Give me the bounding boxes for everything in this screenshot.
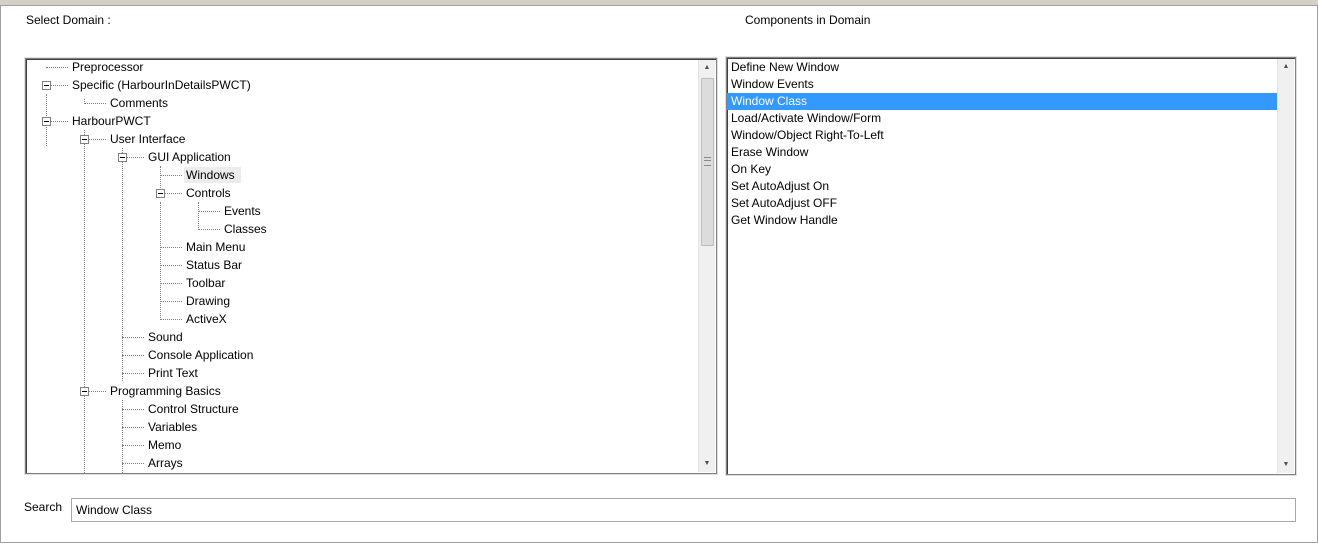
tree-node-status-bar[interactable]: Status Bar: [186, 257, 242, 273]
tree-line: [122, 427, 144, 428]
tree-line: [122, 148, 123, 381]
tree-line: [160, 265, 182, 266]
component-window-object-rtl[interactable]: Window/Object Right-To-Left: [727, 127, 1279, 144]
tree-node-main-menu[interactable]: Main Menu: [186, 239, 245, 255]
component-window-events[interactable]: Window Events: [727, 76, 1279, 93]
tree-node-harbourpwct[interactable]: HarbourPWCT: [72, 113, 151, 129]
tree-line: [165, 193, 182, 194]
component-window-class[interactable]: Window Class: [727, 93, 1279, 110]
search-input[interactable]: [71, 498, 1296, 522]
tree-line: [51, 85, 68, 86]
scroll-down-arrow-icon[interactable]: ▼: [1278, 457, 1294, 473]
tree-line: [84, 130, 85, 473]
domain-tree-items: Preprocessor Specific (HarbourInDetailsP…: [26, 59, 698, 473]
tree-line: [127, 157, 144, 158]
tree-line: [160, 283, 182, 284]
tree-line: [51, 121, 68, 122]
tree-node-arrays[interactable]: Arrays: [148, 455, 183, 471]
tree-node-preprocessor[interactable]: Preprocessor: [72, 59, 143, 75]
tree-node-sound[interactable]: Sound: [148, 329, 183, 345]
tree-node-windows[interactable]: Windows: [184, 167, 241, 183]
tree-line: [160, 202, 161, 320]
component-set-autoadjust-on[interactable]: Set AutoAdjust On: [727, 178, 1279, 195]
domain-tree[interactable]: Preprocessor Specific (HarbourInDetailsP…: [25, 58, 717, 474]
tree-node-events[interactable]: Events: [224, 203, 261, 219]
tree-scrollbar-thumb[interactable]: [701, 78, 714, 246]
collapse-minus-icon[interactable]: [156, 189, 165, 198]
tree-node-comments[interactable]: Comments: [110, 95, 168, 111]
tree-line: [198, 202, 199, 230]
tree-line: [198, 211, 220, 212]
tree-node-toolbar[interactable]: Toolbar: [186, 275, 225, 291]
collapse-minus-icon[interactable]: [118, 153, 127, 162]
components-in-domain-label: Components in Domain: [745, 13, 871, 27]
collapse-minus-icon[interactable]: [80, 387, 89, 396]
tree-line: [160, 175, 182, 176]
tree-node-console-application[interactable]: Console Application: [148, 347, 253, 363]
tree-node-control-structure[interactable]: Control Structure: [148, 401, 239, 417]
tree-line: [122, 373, 144, 374]
tree-line: [160, 319, 182, 320]
tree-line: [89, 391, 106, 392]
scroll-up-arrow-icon[interactable]: ▲: [699, 60, 715, 76]
tree-line: [160, 301, 182, 302]
component-define-new-window[interactable]: Define New Window: [727, 59, 1279, 76]
tree-line: [89, 139, 106, 140]
components-list[interactable]: Define New Window Window Events Window C…: [726, 57, 1296, 475]
component-get-window-handle[interactable]: Get Window Handle: [727, 212, 1279, 229]
tree-line: [46, 67, 68, 68]
collapse-minus-icon[interactable]: [42, 81, 51, 90]
component-set-autoadjust-off[interactable]: Set AutoAdjust OFF: [727, 195, 1279, 212]
tree-node-activex[interactable]: ActiveX: [186, 311, 227, 327]
tree-node-specific[interactable]: Specific (HarbourInDetailsPWCT): [72, 77, 251, 93]
tree-line: [122, 337, 144, 338]
tree-line: [198, 229, 220, 230]
tree-node-print-text[interactable]: Print Text: [148, 365, 198, 381]
tree-node-classes[interactable]: Classes: [224, 221, 267, 237]
tree-node-drawing[interactable]: Drawing: [186, 293, 230, 309]
tree-node-gui-application[interactable]: GUI Application: [148, 149, 231, 165]
tree-line: [84, 103, 106, 104]
scroll-down-arrow-icon[interactable]: ▼: [699, 456, 715, 472]
tree-node-variables[interactable]: Variables: [148, 419, 197, 435]
tree-line: [122, 463, 144, 464]
tree-line: [122, 409, 144, 410]
scroll-up-arrow-icon[interactable]: ▲: [1278, 59, 1294, 75]
tree-scrollbar[interactable]: ▲ ▼: [698, 60, 715, 472]
collapse-minus-icon[interactable]: [80, 135, 89, 144]
tree-node-controls[interactable]: Controls: [186, 185, 231, 201]
tree-line: [160, 247, 182, 248]
tree-node-programming-basics[interactable]: Programming Basics: [110, 383, 221, 399]
select-domain-label: Select Domain :: [26, 13, 111, 27]
grip-icon: [704, 157, 711, 166]
components-scrollbar[interactable]: ▲ ▼: [1277, 59, 1294, 473]
component-erase-window[interactable]: Erase Window: [727, 144, 1279, 161]
tree-line: [122, 355, 144, 356]
components-list-items: Define New Window Window Events Window C…: [727, 58, 1279, 474]
component-on-key[interactable]: On Key: [727, 161, 1279, 178]
tree-node-memo[interactable]: Memo: [148, 437, 181, 453]
component-load-activate-window[interactable]: Load/Activate Window/Form: [727, 110, 1279, 127]
search-label: Search: [24, 500, 63, 514]
tree-line: [122, 445, 144, 446]
tree-node-user-interface[interactable]: User Interface: [110, 131, 185, 147]
collapse-minus-icon[interactable]: [42, 117, 51, 126]
